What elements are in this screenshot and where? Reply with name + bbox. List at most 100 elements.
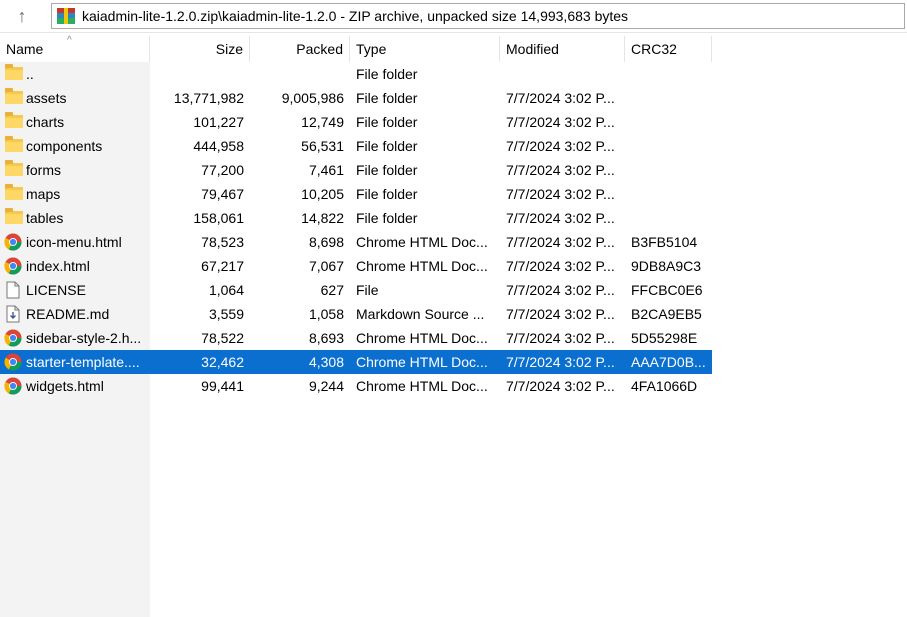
up-arrow-icon[interactable]: ↑ [8,4,36,28]
file-packed-size: 8,698 [308,234,344,250]
folder-icon [5,184,23,200]
file-row[interactable]: components 444,958 56,531 File folder 7/7/20… [0,134,712,158]
file-modified: 7/7/2024 3:02 P... [506,282,615,298]
file-size: 3,559 [208,306,244,322]
file-name: README.md [26,306,110,322]
column-header-type[interactable]: Type [350,36,500,62]
folder-icon [5,88,23,104]
file-packed-size: 4,308 [308,354,344,370]
file-crc32: B2CA9EB5 [631,306,702,322]
file-size: 101,227 [193,114,244,130]
file-modified: 7/7/2024 3:02 P... [506,90,615,106]
file-packed-size: 14,822 [301,210,344,226]
folder-icon [5,64,23,80]
file-size: 1,064 [208,282,244,298]
file-size: 444,958 [193,138,244,154]
file-row[interactable]: index.html 67,217 7,067 Chrome HTML Doc... 7… [0,254,712,278]
folder-icon [5,160,23,176]
file-size: 77,200 [201,162,244,178]
column-header-name-label: Name [6,41,44,57]
file-crc32: 5D55298E [631,330,698,346]
file-crc32 [631,158,709,182]
file-size: 32,462 [201,354,244,370]
file-row[interactable]: .. File folder [0,62,712,86]
archive-path-text: kaiadmin-lite-1.2.0.zip\kaiadmin-lite-1.… [82,8,629,24]
file-crc32 [631,182,709,206]
file-packed-size: 12,749 [301,114,344,130]
file-type: File folder [356,138,418,154]
file-type: File folder [356,210,418,226]
file-type: File folder [356,90,418,106]
file-row[interactable]: README.md 3,559 1,058 Markdown Source ... 7/… [0,302,712,326]
file-packed-size: 7,067 [308,258,344,274]
file-crc32 [631,86,709,110]
column-header-modified[interactable]: Modified [500,36,625,62]
file-name: sidebar-style-2.h... [26,330,142,346]
column-header-name[interactable]: Name ^ [0,35,150,62]
column-header-crc32[interactable]: CRC32 [625,36,712,62]
file-modified: 7/7/2024 3:02 P... [506,162,615,178]
file-crc32: FFCBC0E6 [631,282,703,298]
file-type: File folder [356,114,418,130]
file-row[interactable]: sidebar-style-2.h... 78,522 8,693 Chrome HT… [0,326,712,350]
file-name: maps [26,186,61,202]
folder-icon [5,112,23,128]
file-modified: 7/7/2024 3:02 P... [506,210,615,226]
sort-ascending-icon: ^ [67,35,72,46]
file-row[interactable]: maps 79,467 10,205 File folder 7/7/2024 3:02… [0,182,712,206]
column-header-packed[interactable]: Packed [250,36,350,62]
file-size: 158,061 [193,210,244,226]
file-row[interactable]: widgets.html 99,441 9,244 Chrome HTML Doc..… [0,374,712,398]
file-type: Chrome HTML Doc... [356,330,488,346]
file-crc32: 9DB8A9C3 [631,258,702,274]
address-field[interactable]: kaiadmin-lite-1.2.0.zip\kaiadmin-lite-1.… [51,3,905,29]
file-name: index.html [26,258,90,274]
file-row[interactable]: LICENSE 1,064 627 File 7/7/2024 3:02 P... FFC… [0,278,712,302]
chrome-icon [4,329,22,347]
file-name: components [26,138,103,154]
folder-icon [5,136,23,152]
file-modified: 7/7/2024 3:02 P... [506,306,615,322]
file-modified: 7/7/2024 3:02 P... [506,114,615,130]
file-row[interactable]: assets 13,771,982 9,005,986 File folder 7/7/… [0,86,712,110]
file-size: 79,467 [201,186,244,202]
file-name: charts [26,114,65,130]
file-packed-size: 9,244 [308,378,344,394]
file-size [150,62,244,86]
file-row[interactable]: icon-menu.html 78,523 8,698 Chrome HTML Doc… [0,230,712,254]
file-crc32: B3FB5104 [631,234,698,250]
file-packed-size: 8,693 [308,330,344,346]
file-modified: 7/7/2024 3:02 P... [506,234,615,250]
file-crc32 [631,134,709,158]
file-type: Chrome HTML Doc... [356,234,488,250]
file-packed-size: 10,205 [301,186,344,202]
file-packed-size: 627 [320,282,344,298]
file-modified: 7/7/2024 3:02 P... [506,330,615,346]
file-name: .. [26,66,34,82]
file-type: Chrome HTML Doc... [356,354,488,370]
file-size: 78,522 [201,330,244,346]
chrome-icon [4,353,22,371]
file-modified: 7/7/2024 3:02 P... [506,354,615,370]
file-row[interactable]: forms 77,200 7,461 File folder 7/7/2024 3:02… [0,158,712,182]
folder-icon [5,208,23,224]
file-row[interactable]: starter-template.... 32,462 4,308 Chrome HT… [0,350,712,374]
file-row[interactable]: charts 101,227 12,749 File folder 7/7/2024 3… [0,110,712,134]
file-icon [4,281,22,299]
file-row[interactable]: tables 158,061 14,822 File folder 7/7/2024 3… [0,206,712,230]
file-packed-size [250,62,344,86]
chrome-icon [4,233,22,251]
file-type: File folder [356,162,418,178]
column-header-row: Name ^ Size Packed Type Modified CRC32 [0,35,907,62]
file-crc32: AAA7D0B... [631,354,706,370]
file-name: LICENSE [26,282,86,298]
file-name: widgets.html [26,378,104,394]
chrome-icon [4,257,22,275]
winrar-archive-icon [56,7,76,25]
chrome-icon [4,377,22,395]
file-name: icon-menu.html [26,234,122,250]
file-size: 99,441 [201,378,244,394]
file-type: File folder [356,66,418,82]
column-header-size[interactable]: Size [150,36,250,62]
file-size: 13,771,982 [173,90,244,106]
